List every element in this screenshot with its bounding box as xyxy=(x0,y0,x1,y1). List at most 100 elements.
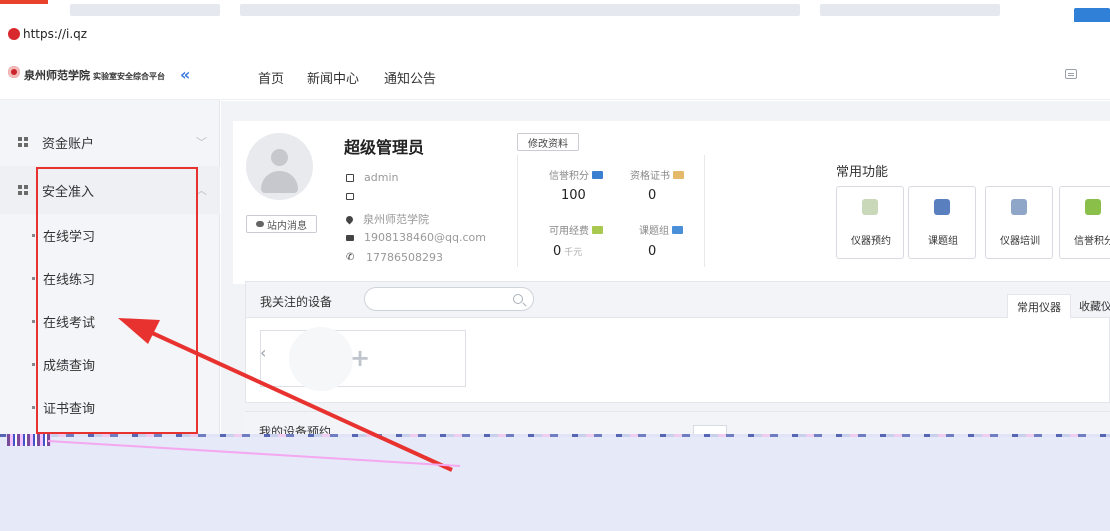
message-icon[interactable] xyxy=(1065,69,1077,79)
url-bar[interactable]: https://i.qz xyxy=(0,22,1110,48)
function-label: 仪器培训 xyxy=(1000,236,1040,247)
sidebar-subitem-score-query[interactable]: 成绩查询 xyxy=(0,343,220,386)
sidebar: 泉州师范学院 实验室安全综合平台 « 资金账户 ﹀ 安全准入 ︿ 在线学习 在线练… xyxy=(0,52,220,442)
nav-link-news[interactable]: 新闻中心 xyxy=(307,68,359,87)
render-glitch-mark xyxy=(7,434,51,446)
browser-tabbar xyxy=(0,0,1110,34)
stats-divider xyxy=(704,155,705,267)
stat-credit-value: 100 xyxy=(561,188,586,203)
chevron-up-icon: ︿ xyxy=(196,184,207,197)
avatar-head-icon xyxy=(271,149,288,166)
group-icon xyxy=(934,199,950,215)
stat-group-value: 0 xyxy=(648,244,657,259)
plus-icon: + xyxy=(350,344,371,372)
function-label: 仪器预约 xyxy=(851,236,891,247)
main-content: 站内消息 超级管理员 admin 泉州师范学院 1908138460@qq.co… xyxy=(221,101,1110,441)
phone-icon: ✆ xyxy=(346,251,355,263)
top-nav: 首页 新闻中心 通知公告 xyxy=(221,52,1110,100)
watched-devices-title: 我关注的设备 xyxy=(260,295,333,309)
stat-group-label: 课题组 xyxy=(639,222,683,237)
stat-credit-label: 信誉积分 xyxy=(549,167,603,182)
phone-row: ✆ 17786508293 xyxy=(346,251,443,264)
sidebar-subitem-label: 成绩查询 xyxy=(43,359,96,374)
sidebar-subitem-label: 在线学习 xyxy=(43,230,96,245)
stat-funds-value: 0 千元 xyxy=(553,244,582,259)
nav-link-notices[interactable]: 通知公告 xyxy=(384,68,436,87)
function-research-group[interactable]: 课题组 xyxy=(908,186,976,259)
stat-funds-label: 可用经费 xyxy=(549,222,603,237)
add-device-tile[interactable]: + xyxy=(260,327,466,391)
screen: https://i.qz 泉州师范学院 实验室安全综合平台 « 资金账户 ﹀ 安全… xyxy=(0,0,1110,531)
pencil-icon xyxy=(1085,199,1101,215)
chevron-left-icon[interactable]: ‹ xyxy=(260,343,266,362)
inbox-button[interactable]: 站内消息 xyxy=(246,215,317,233)
function-instrument-booking[interactable]: 仪器预约 xyxy=(836,186,904,259)
bullet-icon xyxy=(32,363,35,366)
tab-favorite-instruments[interactable]: 收藏仪器 xyxy=(1071,294,1110,318)
clock-icon xyxy=(862,199,878,215)
chalkboard-icon xyxy=(1011,199,1027,215)
stat-value-number: 0 xyxy=(553,244,562,259)
edit-profile-button[interactable]: 修改资料 xyxy=(517,133,579,151)
stat-certificate-value: 0 xyxy=(648,188,657,203)
mail-icon xyxy=(346,234,354,241)
card-row xyxy=(346,193,364,200)
chevron-down-icon: ﹀ xyxy=(196,136,207,149)
sidebar-subitem-online-practice[interactable]: 在线练习 xyxy=(0,257,220,300)
sidebar-menu: 资金账户 ﹀ 安全准入 ︿ 在线学习 在线练习 在线考试 成绩查询 证书查询 xyxy=(0,118,220,429)
watched-devices-header: 我关注的设备 常用仪器 收藏仪器 xyxy=(246,282,1110,318)
address-ghost xyxy=(240,4,800,16)
card-icon xyxy=(346,193,354,200)
grid-icon xyxy=(18,185,28,195)
id-badge-icon xyxy=(346,173,354,182)
avatar xyxy=(246,133,313,200)
bullet-icon xyxy=(32,234,35,237)
tile-highlight xyxy=(289,327,353,391)
bullet-icon xyxy=(32,320,35,323)
logo-title: 泉州师范学院 xyxy=(24,69,90,82)
sidebar-subitem-label: 在线练习 xyxy=(43,273,96,288)
stat-label-text: 信誉积分 xyxy=(549,171,589,182)
organization: 泉州师范学院 xyxy=(363,213,429,226)
sidebar-collapse-icon[interactable]: « xyxy=(180,65,190,84)
logo-row: 泉州师范学院 实验室安全综合平台 « xyxy=(0,52,220,100)
render-glitch-strip xyxy=(0,434,1110,437)
tab-common-instruments[interactable]: 常用仪器 xyxy=(1007,294,1071,318)
school-logo-icon xyxy=(8,66,20,78)
function-label: 课题组 xyxy=(928,236,958,247)
sidebar-item-funds[interactable]: 资金账户 ﹀ xyxy=(0,118,220,166)
email: 1908138460@qq.com xyxy=(364,231,486,244)
function-credit-score[interactable]: 信誉积分 xyxy=(1059,186,1110,259)
profile-card: 站内消息 超级管理员 admin 泉州师范学院 1908138460@qq.co… xyxy=(233,121,1110,284)
function-instrument-training[interactable]: 仪器培训 xyxy=(985,186,1053,259)
sidebar-subitem-online-learning[interactable]: 在线学习 xyxy=(0,214,220,257)
logo-subtitle: 实验室安全综合平台 xyxy=(93,72,165,81)
stat-unit: 千元 xyxy=(564,248,583,258)
sidebar-subitem-label: 证书查询 xyxy=(43,402,96,417)
device-search-input[interactable] xyxy=(364,287,534,311)
site-favicon-icon xyxy=(8,28,20,40)
sidebar-subitem-certificate-query[interactable]: 证书查询 xyxy=(0,386,220,429)
sidebar-item-label: 安全准入 xyxy=(42,184,95,200)
active-tab-indicator xyxy=(0,0,48,4)
function-label: 信誉积分 xyxy=(1074,236,1110,247)
stat-certificate-label: 资格证书 xyxy=(630,167,684,182)
sidebar-item-safety-access[interactable]: 安全准入 ︿ xyxy=(0,166,220,214)
username: admin xyxy=(364,171,399,184)
chat-bubble-icon xyxy=(256,221,264,227)
sidebar-subitem-online-exam[interactable]: 在线考试 xyxy=(0,300,220,343)
watched-devices-panel: 我关注的设备 常用仪器 收藏仪器 + ‹ xyxy=(245,281,1110,403)
org-row: 泉州师范学院 xyxy=(344,211,429,227)
stat-label-text: 可用经费 xyxy=(549,226,589,237)
url-text: https://i.qz xyxy=(23,27,88,41)
stat-label-text: 课题组 xyxy=(639,226,669,237)
certificate-icon xyxy=(673,170,684,179)
location-pin-icon xyxy=(344,214,355,224)
user-name: 超级管理员 xyxy=(344,138,425,157)
money-icon xyxy=(592,225,603,234)
nav-link-home[interactable]: 首页 xyxy=(258,68,284,87)
search-icon xyxy=(513,294,523,304)
email-row: 1908138460@qq.com xyxy=(346,231,486,244)
stat-label-text: 资格证书 xyxy=(630,171,670,182)
sidebar-subitem-label: 在线考试 xyxy=(43,316,96,331)
